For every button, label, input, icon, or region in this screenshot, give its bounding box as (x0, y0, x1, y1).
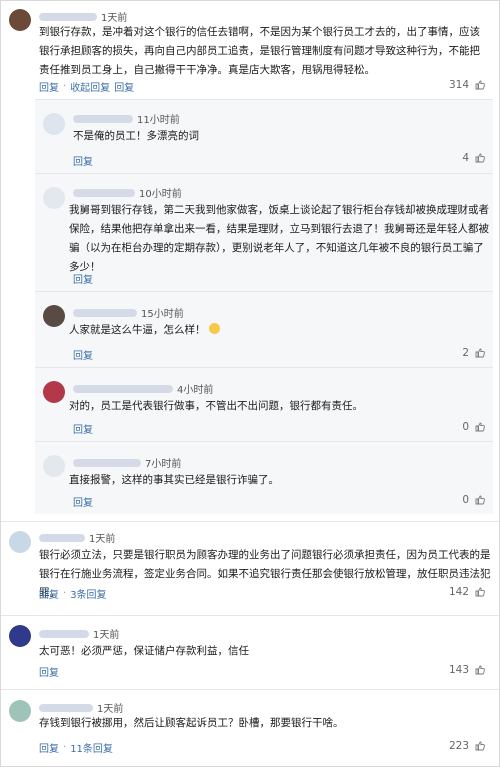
comment-meta: 1天前 (39, 700, 123, 715)
like-count: 142 (448, 586, 469, 598)
reply-button[interactable]: 回复 (73, 347, 93, 362)
reply-meta: 10小时前 (73, 185, 182, 200)
comment-meta: 1天前 (39, 626, 119, 641)
reply-button[interactable]: 回复 (73, 421, 93, 436)
reply-time: 11小时前 (137, 115, 180, 126)
comment-time: 1天前 (97, 704, 124, 715)
like-count: 143 (448, 664, 469, 676)
reply-text: 人家就是这么牛逼，怎么样！ (69, 321, 489, 340)
like-control[interactable]: 0 (462, 421, 485, 433)
reply-time: 10小时前 (139, 189, 182, 200)
thumbs-up-icon[interactable] (475, 665, 485, 675)
comment-item: 1天前 到银行存款，是冲着对这个银行的信任去错啊，不是因为某个银行员工才去的，出… (1, 1, 499, 521)
thumbs-up-icon[interactable] (475, 495, 485, 505)
reply-text: 我舅哥到银行存钱，第二天我到他家做客，饭桌上谈论起了银行柜台存钱却被换成理财或者… (69, 204, 489, 273)
comment-text: 太可恶！必须严惩，保证储户存款利益，信任 (39, 645, 249, 657)
reply-button[interactable]: 回复 (39, 664, 59, 679)
reply-button[interactable]: 回复 (39, 586, 59, 601)
thumbs-up-icon[interactable] (475, 80, 485, 90)
like-control[interactable]: 2 (462, 347, 485, 359)
comment-text: 存钱到银行被挪用，然后让顾客起诉员工？卧槽，那要银行干啥。 (39, 717, 344, 729)
comment-item: 1天前 太可恶！必须严惩，保证储户存款利益，信任 回复 143 (1, 616, 499, 691)
reply-meta: 11小时前 (73, 111, 180, 126)
reply-time: 7小时前 (145, 459, 182, 470)
comment-item: 1天前 银行必须立法，只要是银行职员为顾客办理的业务出了问题银行必须承担责任，因… (1, 522, 499, 617)
like-control[interactable]: 314 (449, 79, 485, 91)
avatar[interactable] (9, 700, 31, 722)
username-blurred[interactable] (73, 458, 141, 467)
comment-actions: 回复 · 11条回复 (39, 740, 113, 755)
username-blurred[interactable] (39, 533, 85, 542)
thumbs-up-icon[interactable] (475, 348, 485, 358)
like-control[interactable]: 4 (462, 152, 485, 164)
reply-button[interactable]: 回复 (39, 740, 59, 755)
view-replies-button[interactable]: 11条回复 (70, 740, 113, 755)
comment-item: 1天前 存钱到银行被挪用，然后让顾客起诉员工？卧槽，那要银行干啥。 回复 · 1… (1, 690, 499, 766)
avatar[interactable] (43, 381, 65, 403)
like-control[interactable]: 143 (449, 664, 485, 676)
reply-meta: 7小时前 (73, 455, 181, 470)
thumbs-up-icon[interactable] (475, 153, 485, 163)
comment-time: 1天前 (89, 534, 116, 545)
username-blurred[interactable] (39, 12, 97, 21)
thumbs-up-icon[interactable] (475, 741, 485, 751)
comment-text: 到银行存款，是冲着对这个银行的信任去错啊，不是因为某个银行员工才去的，出了事情，… (39, 26, 480, 76)
reply-button[interactable]: 回复 (73, 271, 93, 286)
avatar[interactable] (43, 455, 65, 477)
comment-actions: 回复 · 收起回复 回复 (39, 79, 135, 94)
username-blurred[interactable] (73, 384, 173, 393)
username-blurred[interactable] (73, 308, 137, 317)
collapse-replies-button[interactable]: 收起回复 (70, 79, 110, 94)
grinning-face-icon (208, 323, 220, 334)
avatar[interactable] (9, 531, 31, 553)
username-blurred[interactable] (73, 188, 135, 197)
thumbs-up-icon[interactable] (475, 587, 485, 597)
username-blurred[interactable] (39, 629, 89, 638)
reply-meta: 4小时前 (73, 381, 213, 396)
comment-actions: 回复 · 3条回复 (39, 586, 107, 601)
thumbs-up-icon[interactable] (475, 422, 485, 432)
reply-text: 不是俺的员工！多漂亮的词 (73, 130, 199, 142)
like-control[interactable]: 142 (449, 586, 485, 598)
comment-time: 1天前 (101, 13, 128, 24)
reply-text: 直接报警，这样的事其实已经是银行诈骗了。 (69, 474, 279, 486)
reply-time: 15小时前 (141, 309, 184, 320)
avatar[interactable] (9, 625, 31, 647)
username-blurred[interactable] (73, 114, 133, 123)
comment-meta: 1天前 (39, 530, 115, 545)
reply-button[interactable]: 回复 (114, 79, 134, 94)
reply-meta: 15小时前 (73, 305, 184, 320)
avatar[interactable] (43, 187, 65, 209)
avatar[interactable] (9, 9, 31, 31)
like-count: 0 (462, 494, 469, 506)
comment-meta: 1天前 (39, 9, 127, 24)
view-replies-button[interactable]: 3条回复 (70, 586, 106, 601)
like-count: 2 (462, 347, 469, 359)
reply-button[interactable]: 回复 (73, 494, 93, 509)
like-count: 4 (462, 152, 469, 164)
like-count: 223 (448, 740, 469, 752)
like-count: 314 (448, 79, 469, 91)
comment-actions: 回复 (39, 664, 59, 679)
like-control[interactable]: 0 (462, 494, 485, 506)
like-count: 0 (462, 421, 469, 433)
reply-text: 对的，员工是代表银行做事，不管出不出问题，银行都有责任。 (69, 400, 363, 412)
username-blurred[interactable] (39, 703, 93, 712)
comment-thread: 1天前 到银行存款，是冲着对这个银行的信任去错啊，不是因为某个银行员工才去的，出… (0, 0, 500, 767)
reply-button[interactable]: 回复 (39, 79, 59, 94)
avatar[interactable] (43, 113, 65, 135)
reply-time: 4小时前 (177, 385, 214, 396)
comment-time: 1天前 (93, 630, 120, 641)
replies-panel: 11小时前 不是俺的员工！多漂亮的词 回复 4 10小时前 我舅哥到银行存钱，第… (35, 99, 493, 514)
reply-button[interactable]: 回复 (73, 153, 93, 168)
avatar[interactable] (43, 305, 65, 327)
like-control[interactable]: 223 (449, 740, 485, 752)
